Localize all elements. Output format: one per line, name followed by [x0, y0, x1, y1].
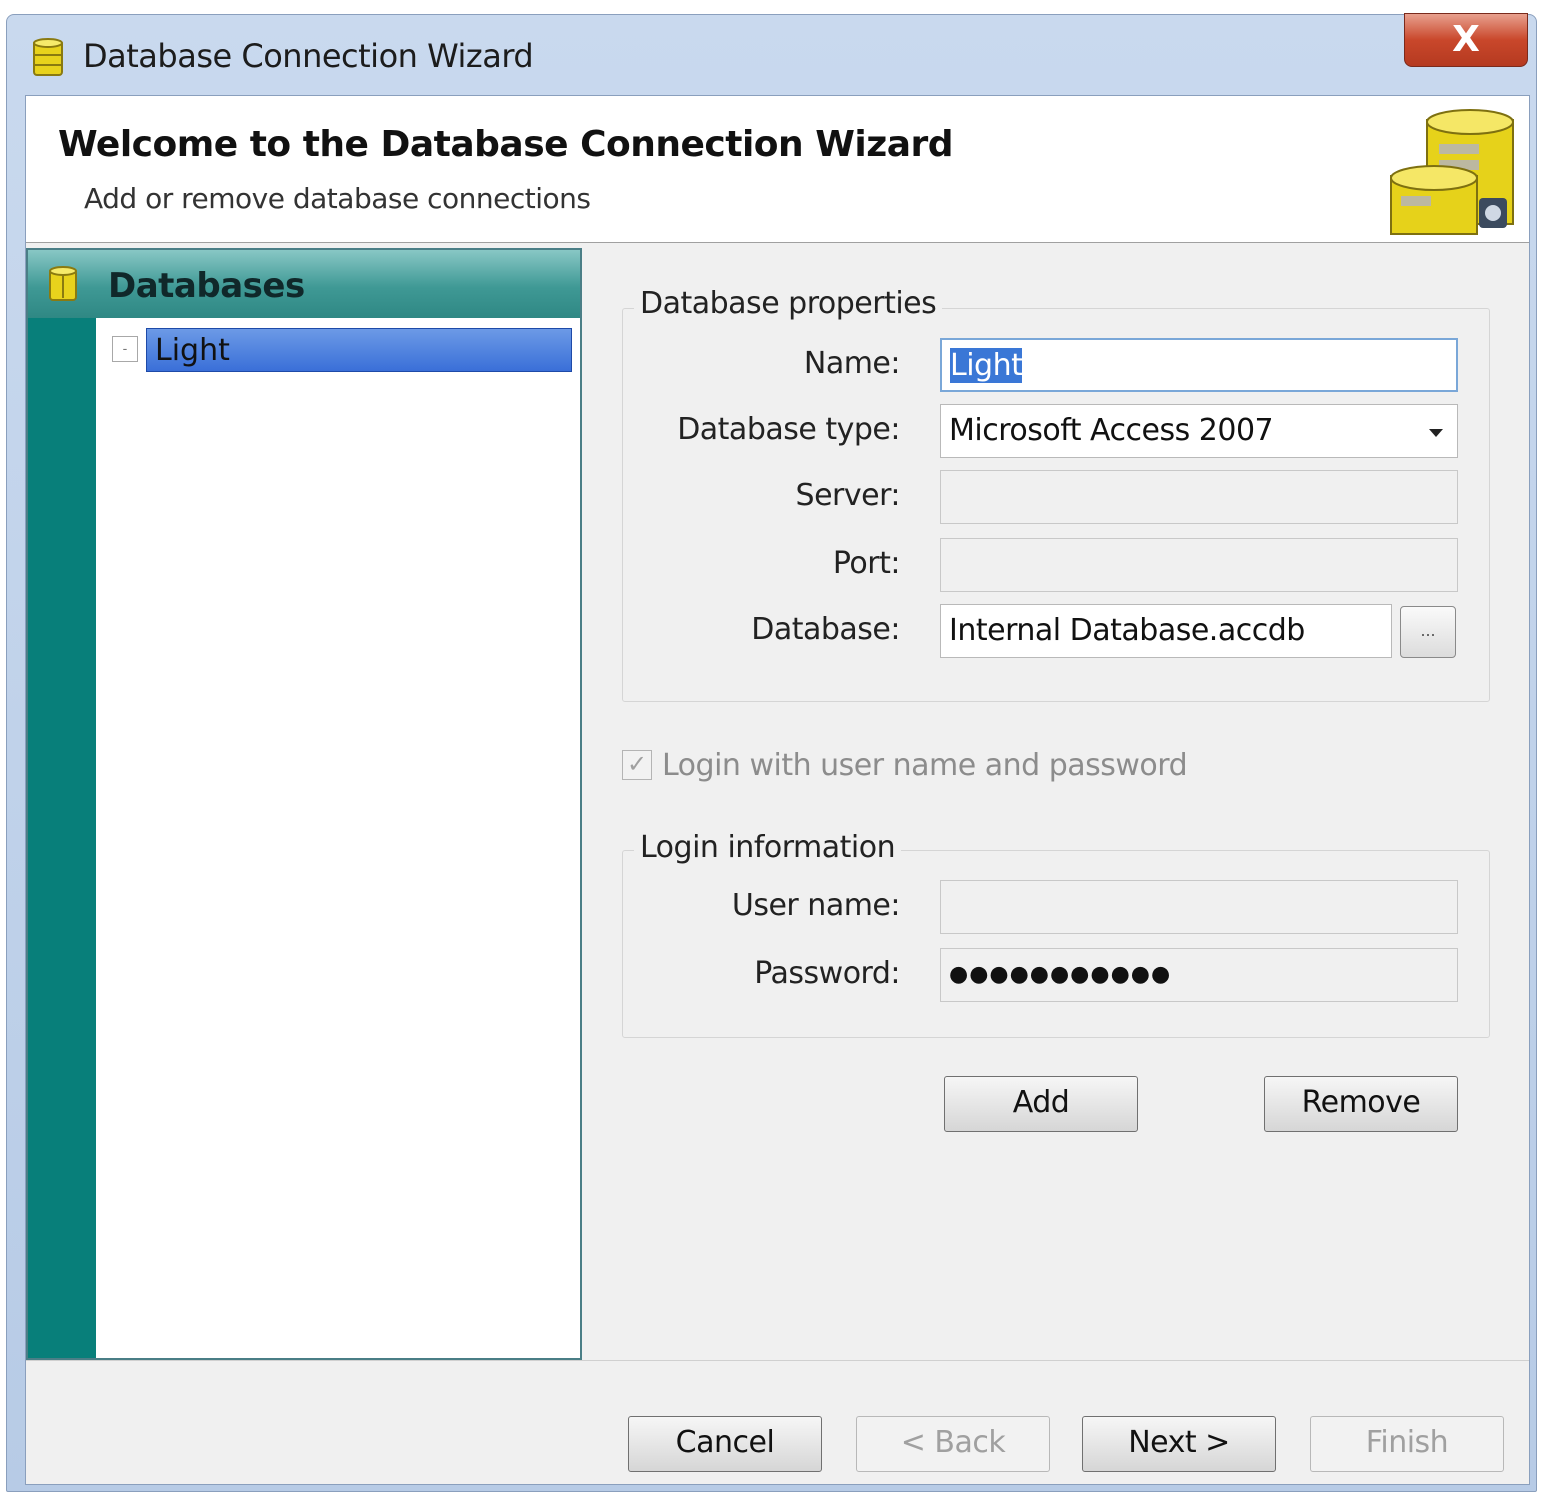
database-stack-icon	[1390, 109, 1514, 235]
sidebar-strip	[28, 250, 96, 1358]
name-input[interactable]: Light	[940, 338, 1458, 392]
database-type-label: Database type:	[677, 412, 900, 447]
tree-item-light[interactable]: Light	[146, 328, 572, 372]
browse-button[interactable]: ...	[1400, 606, 1456, 658]
page-subtitle: Add or remove database connections	[84, 182, 591, 215]
title-bar: Database Connection Wizard X	[7, 13, 1536, 93]
wizard-window: Database Connection Wizard X Welcome to …	[6, 13, 1537, 1492]
cancel-button[interactable]: Cancel	[628, 1416, 822, 1472]
footer-separator	[26, 1360, 1529, 1361]
name-value: Light	[950, 348, 1023, 383]
wizard-header: Welcome to the Database Connection Wizar…	[26, 96, 1529, 243]
database-type-select[interactable]: Microsoft Access 2007	[940, 404, 1458, 458]
database-label: Database:	[751, 612, 900, 647]
close-icon: X	[1452, 19, 1480, 60]
wizard-client-area: Welcome to the Database Connection Wizar…	[25, 95, 1530, 1485]
window-title: Database Connection Wizard	[83, 37, 534, 75]
name-label: Name:	[803, 346, 901, 381]
databases-heading: Databases	[108, 266, 305, 306]
tree-expander-icon[interactable]: -	[112, 336, 138, 362]
server-label: Server:	[795, 478, 901, 513]
port-input[interactable]	[940, 538, 1458, 592]
databases-panel: Databases - Light	[26, 248, 582, 1360]
next-button[interactable]: Next >	[1082, 1416, 1276, 1472]
add-button[interactable]: Add	[944, 1076, 1138, 1132]
tree-item-label: Light	[155, 333, 230, 368]
databases-panel-header: Databases	[28, 250, 580, 318]
login-checkbox-label: Login with user name and password	[662, 748, 1188, 783]
username-label: User name:	[731, 888, 901, 923]
server-input[interactable]	[940, 470, 1458, 524]
password-label: Password:	[754, 956, 900, 991]
login-information-group	[622, 850, 1490, 1038]
username-input[interactable]	[940, 880, 1458, 934]
port-label: Port:	[832, 546, 901, 581]
login-information-label: Login information	[634, 830, 902, 865]
password-input[interactable]: ●●●●●●●●●●●	[940, 948, 1458, 1002]
page-title: Welcome to the Database Connection Wizar…	[58, 124, 954, 165]
finish-button[interactable]: Finish	[1310, 1416, 1504, 1472]
back-button[interactable]: < Back	[856, 1416, 1050, 1472]
database-type-value: Microsoft Access 2007	[949, 413, 1274, 448]
close-button[interactable]: X	[1404, 13, 1528, 67]
login-checkbox[interactable]: ✓	[622, 750, 652, 780]
remove-button[interactable]: Remove	[1264, 1076, 1458, 1132]
database-icon	[49, 266, 77, 301]
database-icon	[33, 38, 63, 76]
database-file-input[interactable]: Internal Database.accdb	[940, 604, 1392, 658]
database-properties-label: Database properties	[634, 286, 943, 321]
chevron-down-icon	[1429, 429, 1443, 437]
